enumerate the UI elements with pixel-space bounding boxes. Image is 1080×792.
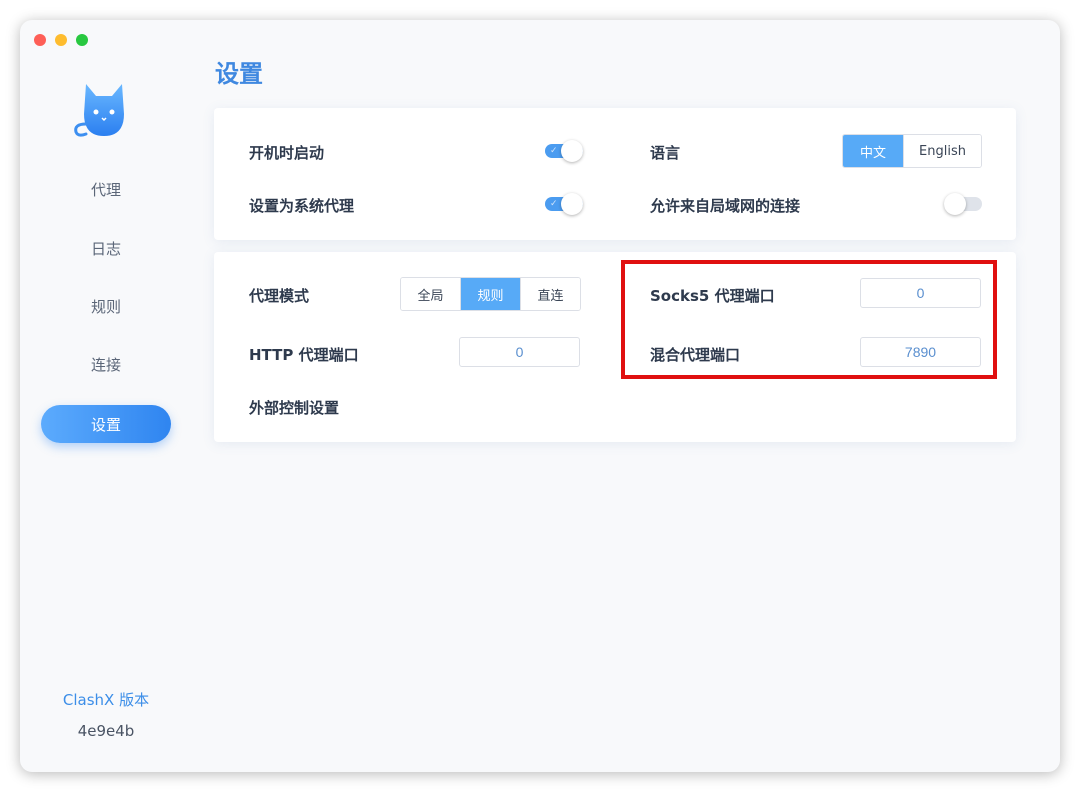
- general-settings-card: 开机时启动 ✓ 设置为系统代理 ✓ 语言 中文 English 允许来自局域网的…: [214, 108, 1016, 240]
- toggle-knob: [561, 193, 583, 215]
- proxy-settings-card: 代理模式 全局 规则 直连 HTTP 代理端口 外部控制设置 Socks5 代理…: [214, 252, 1016, 442]
- sidebar-item-logs[interactable]: 日志: [41, 229, 171, 267]
- app-window: 代理 日志 规则 连接 设置 ClashX 版本 4e9e4b 设置 开机时启动…: [20, 20, 1060, 772]
- proxy-mode-direct[interactable]: 直连: [520, 278, 580, 310]
- toggle-knob: [944, 193, 966, 215]
- socks5-port-label: Socks5 代理端口: [650, 287, 775, 305]
- language-selector: 中文 English: [842, 134, 982, 168]
- start-at-login-label: 开机时启动: [249, 144, 325, 162]
- system-proxy-toggle[interactable]: ✓: [545, 193, 583, 215]
- mixed-port-input[interactable]: [860, 337, 981, 367]
- http-port-input[interactable]: [459, 337, 580, 367]
- version-label: ClashX 版本: [62, 691, 150, 709]
- sidebar: 代理 日志 规则 连接 设置 ClashX 版本 4e9e4b: [20, 20, 192, 772]
- start-at-login-toggle[interactable]: ✓: [545, 140, 583, 162]
- cat-icon: [74, 84, 124, 137]
- sidebar-item-proxy[interactable]: 代理: [41, 170, 171, 208]
- proxy-mode-rule[interactable]: 规则: [460, 278, 520, 310]
- language-option-english[interactable]: English: [903, 135, 981, 167]
- proxy-mode-label: 代理模式: [249, 287, 310, 305]
- proxy-mode-global[interactable]: 全局: [401, 278, 460, 310]
- socks5-port-input[interactable]: [860, 278, 981, 308]
- http-port-label: HTTP 代理端口: [249, 346, 359, 364]
- sidebar-item-connections[interactable]: 连接: [41, 345, 171, 383]
- sidebar-item-rules[interactable]: 规则: [41, 287, 171, 325]
- sidebar-item-settings[interactable]: 设置: [41, 405, 171, 443]
- page-title: 设置: [215, 60, 263, 88]
- allow-lan-toggle[interactable]: [944, 193, 982, 215]
- system-proxy-label: 设置为系统代理: [249, 197, 355, 215]
- language-label: 语言: [650, 144, 681, 162]
- proxy-mode-selector: 全局 规则 直连: [400, 277, 581, 311]
- allow-lan-label: 允许来自局域网的连接: [650, 197, 801, 215]
- toggle-knob: [561, 140, 583, 162]
- language-option-chinese[interactable]: 中文: [843, 135, 903, 167]
- version-value: 4e9e4b: [77, 722, 135, 740]
- external-control-label: 外部控制设置: [249, 399, 340, 417]
- mixed-port-label: 混合代理端口: [650, 346, 741, 364]
